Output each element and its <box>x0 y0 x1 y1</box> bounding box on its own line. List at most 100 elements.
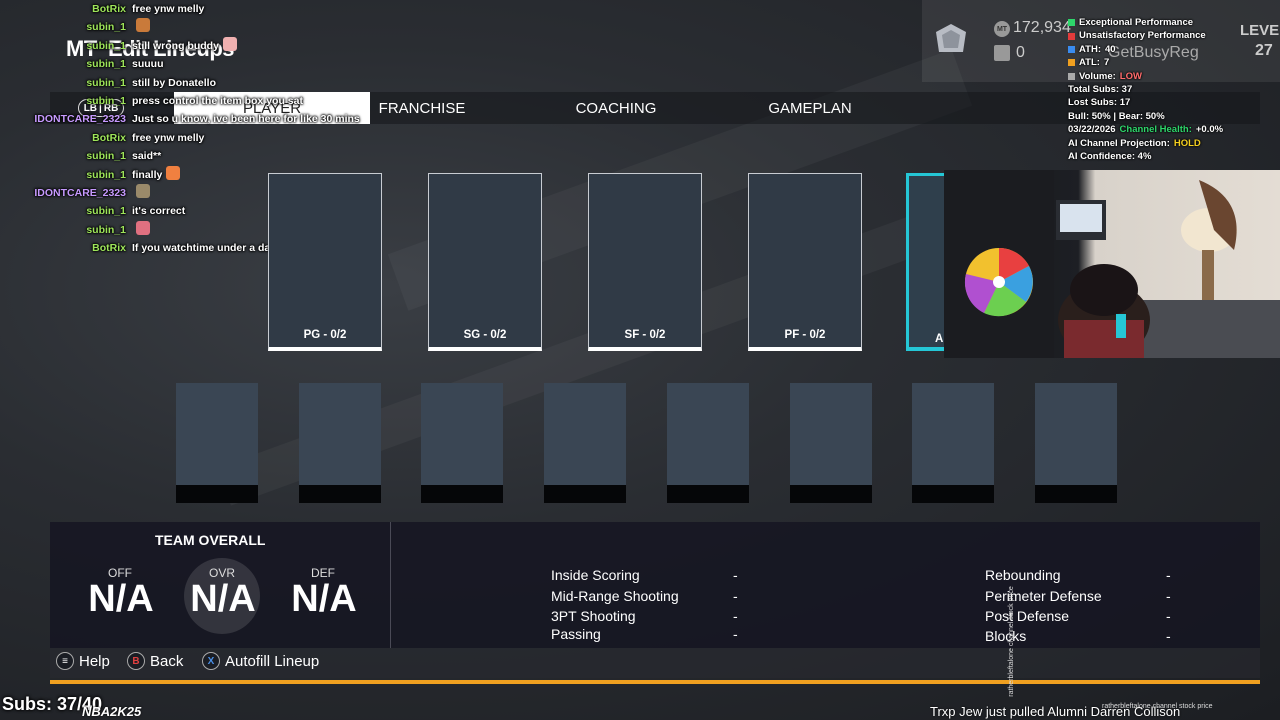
chat-emote-icon <box>136 18 150 33</box>
mt-coin-icon: MT <box>994 21 1010 37</box>
chat-message: BotRix free ynw melly <box>0 129 380 147</box>
chat-username: subin_1 <box>86 223 126 236</box>
chat-username: BotRix <box>92 3 126 15</box>
def-value: N/A <box>291 578 357 620</box>
tab-gameplan[interactable]: GAMEPLAN <box>712 92 908 124</box>
player-badge-icon <box>936 24 966 52</box>
chat-message: subin_1 said** <box>0 147 380 165</box>
bench-slot[interactable] <box>667 383 749 503</box>
autofill-label: Autofill Lineup <box>225 652 320 670</box>
chat-message: subin_1 <box>0 18 380 36</box>
attr-value: - <box>733 608 738 624</box>
bench-slot[interactable] <box>1035 383 1117 503</box>
chat-username: subin_1 <box>86 21 126 34</box>
chat-username: IDONTCARE_2323 <box>34 187 126 200</box>
chat-text: press control the item box you sat <box>132 95 303 108</box>
bench-slot[interactable] <box>912 383 994 503</box>
chat-emote-icon <box>166 165 181 180</box>
legend-dot <box>1068 19 1075 27</box>
menu-button-icon: ≡ <box>56 652 74 670</box>
panel-divider <box>390 522 391 648</box>
token-amount: 0 <box>1016 44 1025 61</box>
back-label: Back <box>150 652 184 670</box>
help-label: Help <box>79 652 110 670</box>
bench-slot-bar <box>421 485 503 503</box>
stock-price-label: ratherbleftalone channel stock price <box>1102 703 1213 710</box>
bench-slot[interactable] <box>544 383 626 503</box>
slot-position-label: PG - 0/2 <box>303 329 347 341</box>
webcam-feed <box>944 170 1280 358</box>
chat-text: finally <box>132 168 163 181</box>
legend-dot <box>1068 59 1075 67</box>
autofill-lineup-button[interactable]: X Autofill Lineup <box>202 652 319 670</box>
chat-text: said** <box>132 150 162 163</box>
lineup-slot-pg[interactable]: PG - 0/2 <box>268 173 382 351</box>
chat-message: subin_1 suuuu <box>0 55 380 73</box>
chat-message: subin_1 still by Donatello <box>0 74 380 92</box>
attr-value: - <box>1166 567 1171 583</box>
chat-username: subin_1 <box>86 168 126 181</box>
chat-username: subin_1 <box>86 76 126 89</box>
bench-slot-bar <box>790 485 872 503</box>
chat-emote-icon <box>222 36 237 51</box>
chat-username: subin_1 <box>86 150 126 163</box>
chat-emote-icon <box>136 184 150 199</box>
chat-username: subin_1 <box>86 95 126 108</box>
vertical-ticker: ratherbleftalone channel stock price <box>1007 586 1015 697</box>
attr-value: - <box>733 567 738 583</box>
back-button[interactable]: B Back <box>127 652 183 670</box>
bench-slot[interactable] <box>176 383 258 503</box>
help-button[interactable]: ≡ Help <box>56 652 110 670</box>
chat-username: subin_1 <box>86 39 126 52</box>
lineup-slot-sg[interactable]: SG - 0/2 <box>428 173 542 351</box>
bench-slot-bar <box>912 485 994 503</box>
legend-dot <box>1068 46 1075 54</box>
off-value: N/A <box>88 578 154 620</box>
slot-position-label: SF - 0/2 <box>624 329 666 341</box>
bench-slot[interactable] <box>790 383 872 503</box>
chat-text: still by Donatello <box>132 76 217 89</box>
bench-slot-bar <box>544 485 626 503</box>
attr-passing: Passing <box>551 626 601 642</box>
lineup-slot-sf[interactable]: SF - 0/2 <box>588 173 702 351</box>
chat-text: free ynw melly <box>132 3 205 15</box>
slot-position-label: SG - 0/2 <box>463 329 507 341</box>
slot-position-label: A <box>935 333 944 345</box>
attr-3pt-shooting: 3PT Shooting <box>551 608 636 624</box>
chat-username: subin_1 <box>86 205 126 218</box>
bench-slot[interactable] <box>421 383 503 503</box>
bench-slot-bar <box>1035 485 1117 503</box>
mt-amount: 172,934 <box>1013 19 1071 36</box>
chat-username: IDONTCARE_2323 <box>34 113 126 126</box>
chat-message: IDONTCARE_2323 Just so u know, ive been h… <box>0 110 380 128</box>
attr-mid-range-shooting: Mid-Range Shooting <box>551 588 679 604</box>
bench-slot[interactable] <box>299 383 381 503</box>
b-button-icon: B <box>127 652 145 670</box>
chat-text: Just so u know, ive been here for like 3… <box>132 113 360 126</box>
webcam-scene <box>944 170 1280 358</box>
attr-value: - <box>1166 608 1171 624</box>
attr-value: - <box>733 626 738 642</box>
chat-message: BotRix free ynw melly <box>0 0 380 18</box>
chat-message: subin_1 still wrong buddy <box>0 36 380 55</box>
chat-emote-icon <box>136 220 150 235</box>
bench-slot-bar <box>176 485 258 503</box>
ovr-value: N/A <box>190 578 256 620</box>
chat-text: suuuu <box>132 58 164 71</box>
orange-accent-line <box>50 680 1260 684</box>
team-overall-title: TEAM OVERALL <box>155 532 266 548</box>
legend-dot <box>1068 72 1075 80</box>
nba2k25-logo: NBA2K25 <box>82 704 142 719</box>
bench-slot-bar <box>299 485 381 503</box>
attr-rebounding: Rebounding <box>985 567 1061 583</box>
token-icon <box>994 45 1010 61</box>
bench-slot-bar <box>667 485 749 503</box>
tab-coaching[interactable]: COACHING <box>518 92 714 124</box>
lineup-slot-pf[interactable]: PF - 0/2 <box>748 173 862 351</box>
chat-username: BotRix <box>92 242 126 255</box>
slot-position-label: PF - 0/2 <box>784 329 826 341</box>
chat-text: still wrong buddy <box>132 39 219 52</box>
chat-text: free ynw melly <box>132 131 205 144</box>
chat-username: subin_1 <box>86 58 126 71</box>
attr-value: - <box>1166 628 1171 644</box>
